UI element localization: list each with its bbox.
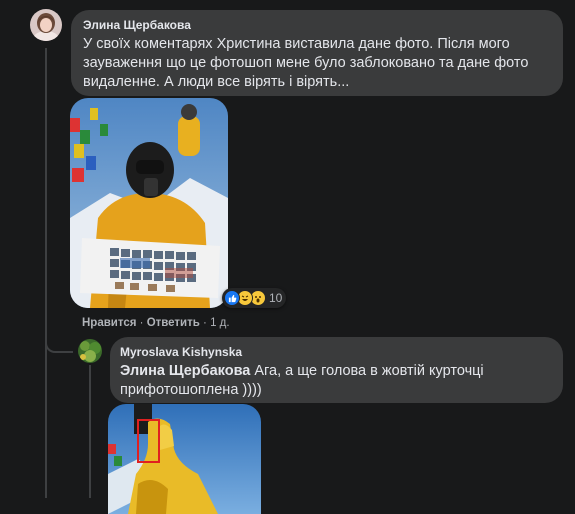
reply-text: Элина Щербакова Ага, а ще голова в жовті… bbox=[120, 362, 553, 400]
avatar[interactable] bbox=[78, 339, 102, 363]
reply-author[interactable]: Myroslava Kishynska bbox=[120, 344, 553, 360]
separator: · bbox=[136, 317, 147, 329]
reply-button[interactable]: Ответить bbox=[147, 317, 200, 329]
mention-link[interactable]: Элина Щербакова bbox=[120, 363, 250, 379]
like-button[interactable]: Нравится bbox=[82, 317, 136, 329]
comment-actions: Нравится · Ответить · 1 д. bbox=[82, 317, 230, 329]
reply-bubble: Myroslava Kishynska Элина Щербакова Ага,… bbox=[110, 337, 563, 403]
comment-text: У своїх коментарях Христина виставила да… bbox=[83, 36, 529, 90]
comment-timestamp[interactable]: 1 д. bbox=[210, 317, 230, 329]
thread-line-main bbox=[45, 48, 47, 498]
like-icon bbox=[224, 290, 240, 306]
thread-line-reply bbox=[89, 365, 91, 498]
reactions-count: 10 bbox=[269, 291, 283, 305]
separator: · bbox=[199, 317, 211, 329]
avatar[interactable] bbox=[30, 9, 62, 41]
comment-bubble: Элина Щербакова У своїх коментарях Христ… bbox=[71, 10, 563, 96]
comment-author[interactable]: Элина Щербакова bbox=[83, 17, 551, 33]
thread-connector bbox=[45, 335, 73, 353]
reactions-summary[interactable]: 10 bbox=[222, 288, 287, 308]
comment-photo[interactable] bbox=[70, 98, 228, 308]
